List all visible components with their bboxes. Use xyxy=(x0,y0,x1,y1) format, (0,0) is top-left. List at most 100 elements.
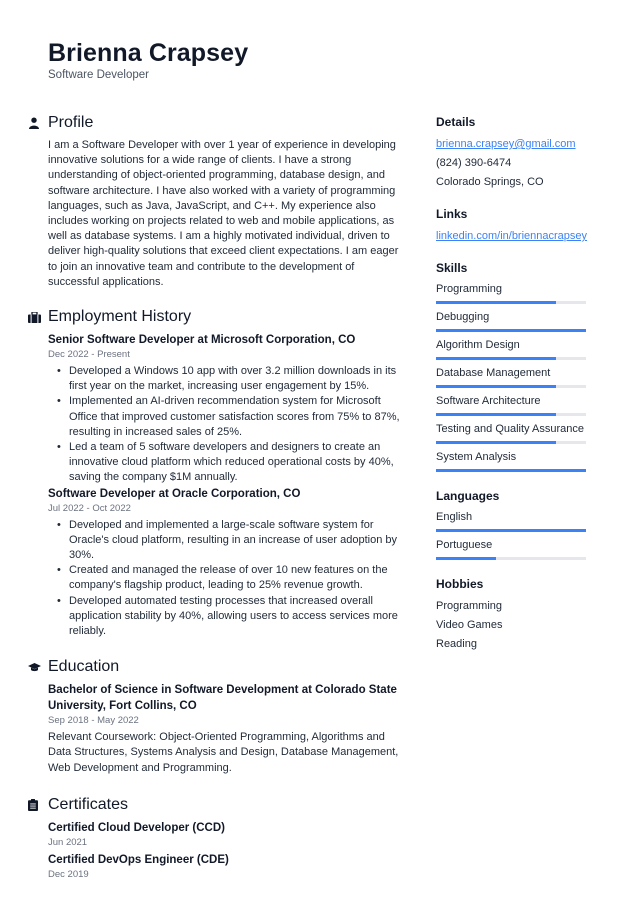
certificate-name: Certified DevOps Engineer (CDE) xyxy=(48,853,229,866)
job-entry: Senior Software Developer at Microsoft C… xyxy=(28,332,404,486)
job-date: Jul 2022 - Oct 2022 xyxy=(48,502,131,514)
degree-date: Sep 2018 - May 2022 xyxy=(48,715,139,727)
details-title: Details xyxy=(436,115,476,129)
sidebar: Details brienna.crapsey@gmail.com (824) … xyxy=(436,112,588,672)
skill-level-fill xyxy=(436,413,556,416)
language-item: Portuguese xyxy=(436,537,588,560)
degree-title: Bachelor of Science in Software Developm… xyxy=(48,684,397,713)
skill-label: Algorithm Design xyxy=(436,339,520,351)
briefcase-icon xyxy=(28,311,48,323)
skill-level-fill xyxy=(436,301,556,304)
certificates-title: Certificates xyxy=(48,795,129,813)
skill-level-fill xyxy=(436,357,556,360)
clipboard-icon xyxy=(28,798,48,811)
main-column: Profile I am a Software Developer with o… xyxy=(28,112,404,897)
skills-list: Programming Debugging Algorithm Design Data… xyxy=(436,281,588,472)
skills-section: Skills Programming Debugging Algorithm Des… xyxy=(436,260,588,472)
details-section: Details brienna.crapsey@gmail.com (824) … xyxy=(436,114,588,192)
languages-list: English Portuguese xyxy=(436,509,588,560)
skill-label: Programming xyxy=(436,283,503,295)
skill-level-track xyxy=(436,413,586,416)
education-section: Education Bachelor of Science in Softwar… xyxy=(28,656,404,776)
certificate-name: Certified Cloud Developer (CCD) xyxy=(48,821,225,834)
links-section: Links linkedin.com/in/briennacrapsey xyxy=(436,206,588,246)
job-title: Senior Software Developer at Microsoft C… xyxy=(48,334,356,347)
hobbies-title: Hobbies xyxy=(436,577,484,591)
education-title: Education xyxy=(48,658,120,676)
hobby-item: Programming xyxy=(436,600,503,612)
skill-label: Software Architecture xyxy=(436,395,541,407)
skill-item: Testing and Quality Assurance xyxy=(436,421,588,444)
job-bullet: Developed automated testing processes th… xyxy=(57,594,404,640)
skill-label: Debugging xyxy=(436,311,490,323)
profile-section: Profile I am a Software Developer with o… xyxy=(28,112,404,290)
certificate-date: Dec 2019 xyxy=(48,868,89,880)
language-item: English xyxy=(436,509,588,532)
certificates-heading: Certificates xyxy=(28,794,404,816)
skill-item: Programming xyxy=(436,281,588,304)
hobby-item: Video Games xyxy=(436,619,503,631)
profile-title: Profile xyxy=(48,114,94,131)
language-level-fill xyxy=(436,529,586,532)
email-link[interactable]: brienna.crapsey@gmail.com xyxy=(436,135,588,154)
certificate-date: Jun 2021 xyxy=(48,836,88,848)
skill-label: System Analysis xyxy=(436,451,517,463)
skill-level-fill xyxy=(436,441,556,444)
certificate-entry: Certified DevOps Engineer (CDE) Dec 2019 xyxy=(28,852,404,882)
hobbies-section: Hobbies Programming Video Games Reading xyxy=(436,576,588,654)
candidate-name: Brienna Crapsey xyxy=(48,39,249,67)
language-level-track xyxy=(436,529,586,532)
candidate-role: Software Developer xyxy=(48,69,149,81)
skill-level-track xyxy=(436,301,586,304)
language-level-fill xyxy=(436,557,496,560)
job-bullet: Created and managed the release of over … xyxy=(57,563,404,593)
skill-item: Software Architecture xyxy=(436,393,588,416)
skill-level-track xyxy=(436,329,586,332)
links-title: Links xyxy=(436,207,468,221)
resume-header: Brienna Crapsey Software Developer xyxy=(48,38,248,82)
job-date: Dec 2022 - Present xyxy=(48,349,130,361)
languages-title: Languages xyxy=(436,489,500,503)
employment-section: Employment History Senior Software Devel… xyxy=(28,306,404,639)
skill-item: Debugging xyxy=(436,309,588,332)
profile-heading: Profile xyxy=(28,112,404,134)
job-bullet: Developed and implemented a large-scale … xyxy=(57,518,404,564)
skill-item: Database Management xyxy=(436,365,588,388)
language-label: English xyxy=(436,511,473,523)
language-level-track xyxy=(436,557,586,560)
job-bullets: Developed and implemented a large-scale … xyxy=(28,518,404,640)
skill-label: Testing and Quality Assurance xyxy=(436,423,584,435)
skills-title: Skills xyxy=(436,261,468,275)
job-bullet: Developed a Windows 10 app with over 3.2… xyxy=(57,364,404,394)
linkedin-link[interactable]: linkedin.com/in/briennacrapsey xyxy=(436,227,588,246)
skill-level-fill xyxy=(436,329,586,332)
languages-section: Languages English Portuguese xyxy=(436,488,588,560)
job-bullet: Led a team of 5 software developers and … xyxy=(57,440,404,486)
certificate-entry: Certified Cloud Developer (CCD) Jun 2021 xyxy=(28,820,404,850)
skill-label: Database Management xyxy=(436,367,551,379)
profile-text: I am a Software Developer with over 1 ye… xyxy=(48,139,399,288)
skill-item: System Analysis xyxy=(436,449,588,472)
job-bullet: Implemented an AI-driven recommendation … xyxy=(57,394,404,440)
skill-level-track xyxy=(436,441,586,444)
job-entry: Software Developer at Oracle Corporation… xyxy=(28,486,404,640)
language-label: Portuguese xyxy=(436,539,493,551)
employment-heading: Employment History xyxy=(28,306,404,328)
phone-number: (824) 390-6474 xyxy=(436,157,512,169)
hobby-item: Reading xyxy=(436,638,477,650)
skill-level-fill xyxy=(436,385,556,388)
location: Colorado Springs, CO xyxy=(436,176,544,188)
skill-item: Algorithm Design xyxy=(436,337,588,360)
employment-title: Employment History xyxy=(48,308,192,326)
skill-level-fill xyxy=(436,469,586,472)
certificates-section: Certificates Certified Cloud Developer (… xyxy=(28,794,404,882)
job-title: Software Developer at Oracle Corporation… xyxy=(48,487,301,500)
user-icon xyxy=(28,117,48,129)
skill-level-track xyxy=(436,385,586,388)
job-bullets: Developed a Windows 10 app with over 3.2… xyxy=(28,364,404,486)
skill-level-track xyxy=(436,469,586,472)
graduation-cap-icon xyxy=(28,662,48,672)
skill-level-track xyxy=(436,357,586,360)
education-heading: Education xyxy=(28,656,404,678)
degree-description: Relevant Coursework: Object-Oriented Pro… xyxy=(48,731,399,774)
